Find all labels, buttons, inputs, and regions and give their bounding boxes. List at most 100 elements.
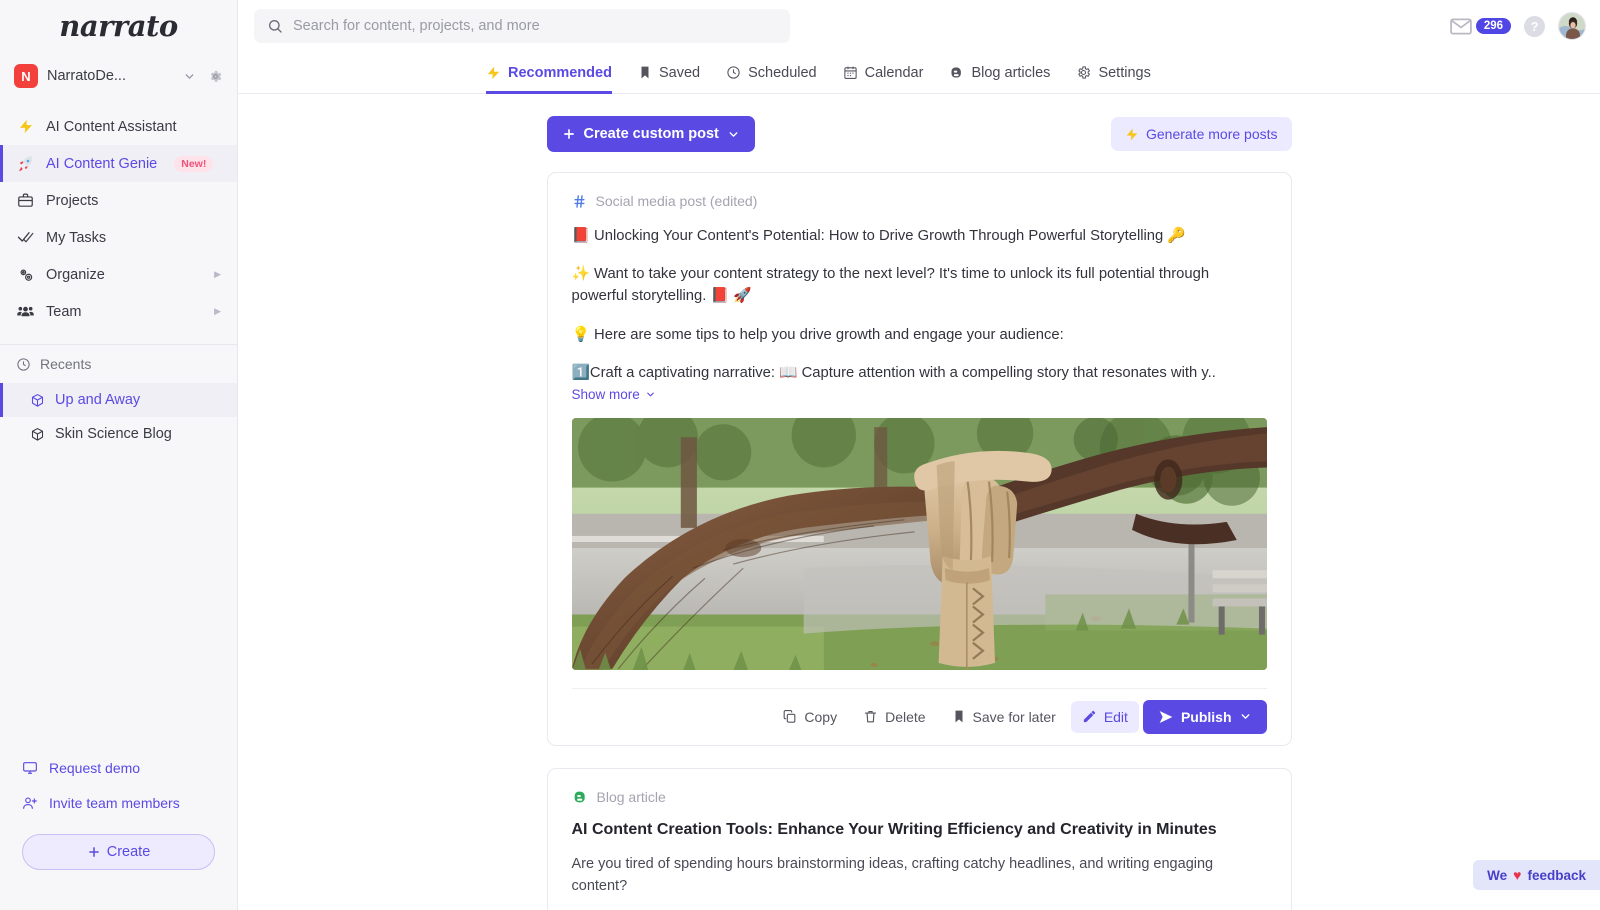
sidebar-item-team[interactable]: Team ▶ (0, 293, 237, 330)
chevron-down-icon[interactable] (1239, 710, 1252, 723)
messages-button[interactable]: 296 (1450, 18, 1511, 35)
sidebar-item-label: Projects (46, 193, 98, 209)
top-bar-actions: 296 ? (1450, 12, 1586, 40)
gear-icon (1076, 65, 1091, 80)
workspace-selector[interactable]: N NarratoDe... (0, 54, 237, 98)
post-line: 1️⃣Craft a captivating narrative: 📖 Capt… (572, 362, 1267, 384)
blog-title[interactable]: AI Content Creation Tools: Enhance Your … (572, 821, 1267, 839)
sidebar-item-ai-content-genie[interactable]: AI Content Genie New! (0, 145, 237, 182)
feed-toolbar: Create custom post Generate more posts (547, 116, 1292, 152)
sidebar-footer: Request demo Invite team members Create (0, 750, 237, 910)
chevron-right-icon: ▶ (214, 306, 221, 317)
clock-icon (726, 65, 741, 80)
new-badge: New! (174, 156, 213, 172)
recent-item-skin-science-blog[interactable]: Skin Science Blog (0, 417, 237, 451)
plus-icon (562, 127, 576, 141)
main-area: 296 ? (238, 0, 1600, 910)
post-image-graphic (572, 418, 1267, 670)
sidebar-nav: AI Content Assistant AI Content Genie Ne… (0, 108, 237, 330)
create-button-label: Create (107, 844, 151, 860)
create-custom-post-button[interactable]: Create custom post (547, 116, 755, 152)
tab-calendar[interactable]: Calendar (843, 52, 924, 94)
chevron-down-icon[interactable] (180, 67, 199, 86)
avatar[interactable] (1558, 12, 1586, 40)
tab-bar: Recommended Saved Scheduled Calendar (238, 52, 1600, 94)
lightning-bolt-icon (1125, 127, 1139, 142)
show-more-button[interactable]: Show more (572, 387, 656, 402)
post-actions: Copy Delete Save for later (572, 688, 1267, 745)
user-plus-icon (22, 795, 38, 811)
create-button[interactable]: Create (22, 834, 215, 870)
blogger-icon (572, 789, 588, 805)
tab-blog-articles[interactable]: Blog articles (949, 52, 1050, 94)
post-line: ✨ Want to take your content strategy to … (572, 263, 1267, 307)
trash-icon (863, 709, 878, 724)
bookmark-icon (638, 65, 652, 80)
workspace-avatar: N (14, 64, 38, 88)
blog-kind-label: Blog article (597, 789, 666, 805)
tab-recommended[interactable]: Recommended (486, 52, 612, 94)
sidebar-item-organize[interactable]: Organize ▶ (0, 256, 237, 293)
save-for-later-button[interactable]: Save for later (941, 701, 1067, 733)
app-root: narrato N NarratoDe... AI Content Assist… (0, 0, 1600, 910)
feedback-prefix: We (1487, 868, 1507, 883)
tab-settings[interactable]: Settings (1076, 52, 1150, 94)
edit-button[interactable]: Edit (1071, 701, 1139, 733)
request-demo-link[interactable]: Request demo (0, 750, 237, 785)
sidebar-item-label: AI Content Assistant (46, 119, 177, 135)
cube-icon (30, 427, 45, 442)
feedback-widget[interactable]: We ♥ feedback (1473, 860, 1600, 890)
content-scroll-area[interactable]: Create custom post Generate more posts (238, 94, 1600, 910)
tab-label: Scheduled (748, 65, 817, 81)
people-icon (16, 302, 35, 321)
publish-button[interactable]: Publish (1143, 700, 1267, 734)
lightning-bolt-icon (486, 65, 501, 81)
generate-more-posts-button[interactable]: Generate more posts (1111, 117, 1292, 151)
plus-icon (87, 845, 101, 859)
sidebar-item-ai-content-assistant[interactable]: AI Content Assistant (0, 108, 237, 145)
save-for-later-label: Save for later (973, 709, 1056, 725)
invite-team-label: Invite team members (49, 795, 180, 811)
logo-container[interactable]: narrato (0, 0, 237, 52)
recents-header: Recents (0, 345, 237, 383)
recent-item-label: Up and Away (55, 392, 140, 408)
gears-icon (16, 266, 35, 284)
chevron-down-icon (727, 128, 740, 141)
post-line: 💡 Here are some tips to help you drive g… (572, 324, 1267, 346)
clock-icon (16, 357, 31, 372)
delete-button[interactable]: Delete (852, 701, 936, 733)
tab-label: Recommended (508, 65, 612, 81)
search-icon (267, 18, 283, 34)
avatar-image (1559, 13, 1586, 40)
sidebar-item-my-tasks[interactable]: My Tasks (0, 219, 237, 256)
search-input[interactable] (293, 18, 777, 34)
show-more-label: Show more (572, 387, 640, 402)
tab-saved[interactable]: Saved (638, 52, 700, 94)
sidebar-item-label: Organize (46, 267, 105, 283)
top-bar: 296 ? (238, 0, 1600, 52)
post-image[interactable] (572, 418, 1267, 670)
sidebar: narrato N NarratoDe... AI Content Assist… (0, 0, 238, 910)
create-custom-post-label: Create custom post (584, 126, 719, 142)
tab-scheduled[interactable]: Scheduled (726, 52, 817, 94)
recent-item-up-and-away[interactable]: Up and Away (0, 383, 237, 417)
sidebar-item-label: Team (46, 304, 81, 320)
delete-label: Delete (885, 709, 925, 725)
social-post-card: Social media post (edited) 📕 Unlocking Y… (547, 172, 1292, 746)
envelope-icon (1450, 18, 1472, 35)
rocket-icon (16, 155, 35, 172)
request-demo-label: Request demo (49, 760, 140, 776)
gear-icon[interactable] (208, 69, 223, 84)
post-kind: Social media post (edited) (572, 193, 1267, 209)
calendar-icon (843, 65, 858, 80)
copy-button[interactable]: Copy (771, 701, 848, 733)
lightning-bolt-icon (16, 118, 35, 135)
invite-team-members-link[interactable]: Invite team members (0, 785, 237, 820)
cube-icon (30, 393, 45, 408)
search-bar[interactable] (254, 9, 790, 43)
help-icon[interactable]: ? (1524, 16, 1545, 37)
blog-body: Are you tired of spending hours brainsto… (572, 853, 1267, 898)
blog-kind: Blog article (572, 789, 1267, 805)
sidebar-item-projects[interactable]: Projects (0, 182, 237, 219)
bookmark-icon (952, 709, 966, 724)
